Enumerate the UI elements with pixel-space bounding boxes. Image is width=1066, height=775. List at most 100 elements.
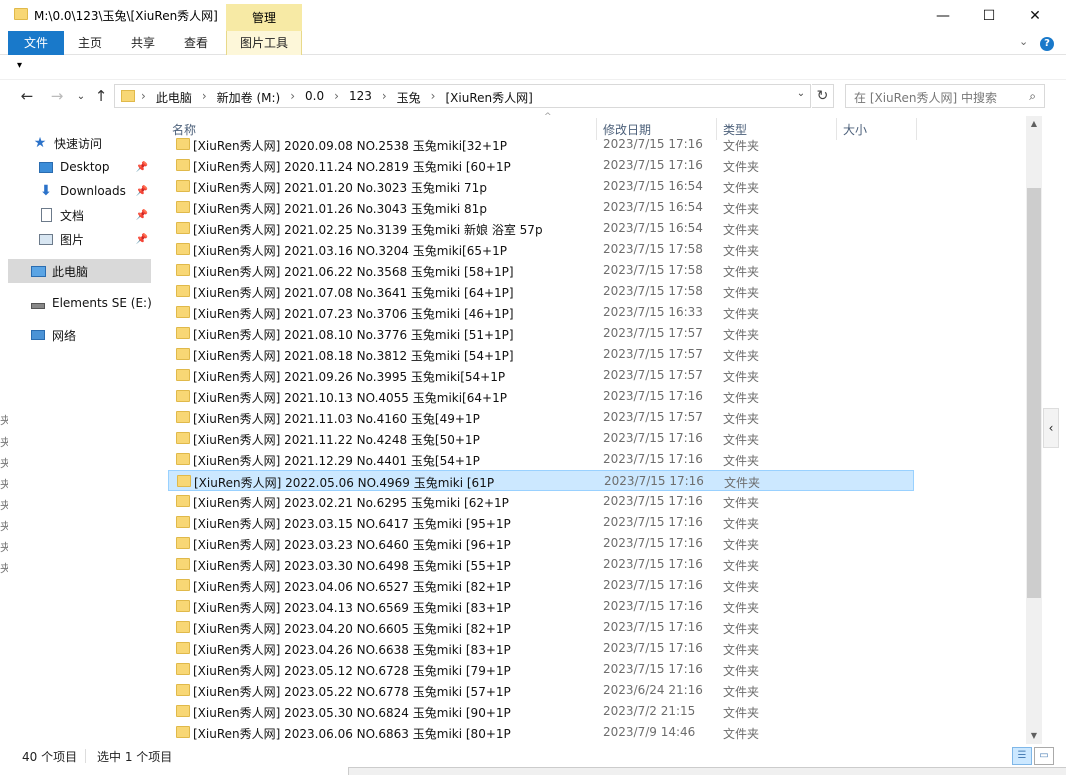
file-name[interactable]: [XiuRen秀人网] 2022.05.06 NO.4969 玉兔miki [6… [194,474,494,491]
scroll-down-icon[interactable]: ▼ [1026,728,1042,744]
breadcrumb-separator[interactable]: › [382,89,387,106]
breadcrumb-separator[interactable]: › [431,89,436,106]
file-name[interactable]: [XiuRen秀人网] 2021.08.18 No.3812 玉兔miki [5… [193,347,514,364]
table-row[interactable]: [XiuRen秀人网] 2021.11.22 No.4248 玉兔[50+1P 2… [168,428,914,449]
recent-locations-button[interactable]: ⌄ [70,85,92,107]
file-name[interactable]: [XiuRen秀人网] 2021.12.29 No.4401 玉兔[54+1P [193,452,480,469]
breadcrumb-separator[interactable]: › [334,89,339,106]
ribbon-expand-icon[interactable]: ⌄ [1019,35,1028,48]
maximize-button[interactable]: ☐ [966,0,1012,31]
tab-share[interactable]: 共享 [118,31,168,55]
table-row[interactable]: [XiuRen秀人网] 2023.05.22 NO.6778 玉兔miki [5… [168,680,914,701]
file-name[interactable]: [XiuRen秀人网] 2023.02.21 No.6295 玉兔miki [6… [193,494,509,511]
context-tab-manage[interactable]: 管理 [226,4,302,31]
tab-file[interactable]: 文件 [8,31,64,55]
file-name[interactable]: [XiuRen秀人网] 2021.06.22 No.3568 玉兔miki [5… [193,263,514,280]
large-icons-view-button[interactable]: ▭ [1034,747,1054,765]
breadcrumb-item[interactable]: 此电脑 [156,89,192,106]
table-row[interactable]: [XiuRen秀人网] 2021.02.25 No.3139 玉兔miki 新娘… [168,218,914,239]
table-row[interactable]: [XiuRen秀人网] 2021.08.10 No.3776 玉兔miki [5… [168,323,914,344]
sidebar-item-desktop[interactable]: Desktop 📌 [38,155,152,179]
table-row[interactable]: [XiuRen秀人网] 2021.06.22 No.3568 玉兔miki [5… [168,260,914,281]
file-name[interactable]: [XiuRen秀人网] 2023.05.22 NO.6778 玉兔miki [5… [193,683,511,700]
file-name[interactable]: [XiuRen秀人网] 2023.03.23 NO.6460 玉兔miki [9… [193,536,511,553]
file-name[interactable]: [XiuRen秀人网] 2021.11.22 No.4248 玉兔[50+1P [193,431,480,448]
sidebar-item-documents[interactable]: 文档 📌 [38,203,152,227]
table-row[interactable]: [XiuRen秀人网] 2023.05.30 NO.6824 玉兔miki [9… [168,701,914,722]
file-name[interactable]: [XiuRen秀人网] 2021.02.25 No.3139 玉兔miki 新娘… [193,221,543,238]
sidebar-item-pictures[interactable]: 图片 📌 [38,227,152,251]
breadcrumb-item[interactable]: 123 [349,89,372,106]
breadcrumb-separator[interactable]: › [290,89,295,106]
sidebar-item-elements-drive[interactable]: Elements SE (E:) [30,291,152,315]
file-name[interactable]: [XiuRen秀人网] 2021.01.20 No.3023 玉兔miki 71… [193,179,487,196]
file-name[interactable]: [XiuRen秀人网] 2021.07.23 No.3706 玉兔miki [4… [193,305,514,322]
file-name[interactable]: [XiuRen秀人网] 2020.09.08 NO.2538 玉兔miki[32… [193,137,507,154]
table-row[interactable]: [XiuRen秀人网] 2023.02.21 No.6295 玉兔miki [6… [168,491,914,512]
table-row[interactable]: [XiuRen秀人网] 2023.04.06 NO.6527 玉兔miki [8… [168,575,914,596]
file-name[interactable]: [XiuRen秀人网] 2021.03.16 NO.3204 玉兔miki[65… [193,242,507,259]
table-row[interactable]: [XiuRen秀人网] 2023.03.23 NO.6460 玉兔miki [9… [168,533,914,554]
tab-view[interactable]: 查看 [172,31,220,55]
pin-icon[interactable]: 📌 [136,162,148,173]
breadcrumb-item[interactable]: 玉兔 [397,89,421,106]
file-name[interactable]: [XiuRen秀人网] 2021.11.03 No.4160 玉兔[49+1P [193,410,480,427]
file-name[interactable]: [XiuRen秀人网] 2023.06.06 NO.6863 玉兔miki [8… [193,725,511,742]
file-name[interactable]: [XiuRen秀人网] 2020.11.24 NO.2819 玉兔miki [6… [193,158,511,175]
table-row[interactable]: [XiuRen秀人网] 2023.04.20 NO.6605 玉兔miki [8… [168,617,914,638]
forward-button[interactable]: → [46,85,68,107]
table-row[interactable]: [XiuRen秀人网] 2020.09.08 NO.2538 玉兔miki[32… [168,134,914,155]
sidebar-item-this-pc[interactable]: 此电脑 [8,259,151,283]
table-row[interactable]: [XiuRen秀人网] 2021.07.23 No.3706 玉兔miki [4… [168,302,914,323]
close-button[interactable]: ✕ [1012,0,1058,31]
breadcrumb-item[interactable]: 0.0 [305,89,324,106]
file-name[interactable]: [XiuRen秀人网] 2021.01.26 No.3043 玉兔miki 81… [193,200,487,217]
minimize-button[interactable]: — [920,0,966,31]
table-row[interactable]: [XiuRen秀人网] 2023.04.13 NO.6569 玉兔miki [8… [168,596,914,617]
file-name[interactable]: [XiuRen秀人网] 2021.10.13 NO.4055 玉兔miki[64… [193,389,507,406]
table-row[interactable]: [XiuRen秀人网] 2021.12.29 No.4401 玉兔[54+1P 2… [168,449,914,470]
up-button[interactable]: ↑ [90,85,112,107]
file-name[interactable]: [XiuRen秀人网] 2023.04.26 NO.6638 玉兔miki [8… [193,641,511,658]
expand-pane-button[interactable]: ‹ [1043,408,1059,448]
tab-picture-tools[interactable]: 图片工具 [226,31,302,55]
file-name[interactable]: [XiuRen秀人网] 2021.08.10 No.3776 玉兔miki [5… [193,326,514,343]
table-row[interactable]: [XiuRen秀人网] 2021.07.08 No.3641 玉兔miki [6… [168,281,914,302]
back-button[interactable]: ← [16,85,38,107]
file-name[interactable]: [XiuRen秀人网] 2021.09.26 No.3995 玉兔miki[54… [193,368,505,385]
search-input[interactable]: 在 [XiuRen秀人网] 中搜索 ⌕ [845,84,1045,108]
table-row[interactable]: [XiuRen秀人网] 2021.11.03 No.4160 玉兔[49+1P 2… [168,407,914,428]
breadcrumb-item[interactable]: [XiuRen秀人网] [445,89,532,106]
details-view-button[interactable]: ☰ [1012,747,1032,765]
search-icon[interactable]: ⌕ [1029,89,1036,104]
scrollbar-thumb[interactable] [1027,188,1041,598]
file-name[interactable]: [XiuRen秀人网] 2023.05.30 NO.6824 玉兔miki [9… [193,704,511,721]
table-row[interactable]: [XiuRen秀人网] 2023.03.15 NO.6417 玉兔miki [9… [168,512,914,533]
address-dropdown-icon[interactable]: ⌄ [794,84,808,104]
file-name[interactable]: [XiuRen秀人网] 2023.05.12 NO.6728 玉兔miki [7… [193,662,511,679]
breadcrumb-separator[interactable]: › [202,89,207,106]
sidebar-item-quick-access[interactable]: ★ 快速访问 [32,131,152,155]
address-bar[interactable]: › 此电脑 › 新加卷 (M:) › 0.0 › 123 › 玉兔 › [Xiu… [114,84,811,108]
file-name[interactable]: [XiuRen秀人网] 2023.04.13 NO.6569 玉兔miki [8… [193,599,511,616]
breadcrumb-item[interactable]: 新加卷 (M:) [217,89,281,106]
refresh-button[interactable]: ↻ [812,84,834,108]
table-row[interactable]: [XiuRen秀人网] 2023.06.06 NO.6863 玉兔miki [8… [168,722,914,743]
table-row[interactable]: [XiuRen秀人网] 2023.05.12 NO.6728 玉兔miki [7… [168,659,914,680]
file-name[interactable]: [XiuRen秀人网] 2021.07.08 No.3641 玉兔miki [6… [193,284,514,301]
qat-dropdown-icon[interactable]: ▾ [17,60,22,71]
file-name[interactable]: [XiuRen秀人网] 2023.03.30 NO.6498 玉兔miki [5… [193,557,511,574]
table-row[interactable]: [XiuRen秀人网] 2023.03.30 NO.6498 玉兔miki [5… [168,554,914,575]
sidebar-item-downloads[interactable]: ⬇ Downloads 📌 [38,179,152,203]
table-row[interactable]: [XiuRen秀人网] 2021.10.13 NO.4055 玉兔miki[64… [168,386,914,407]
pin-icon[interactable]: 📌 [136,186,148,197]
pin-icon[interactable]: 📌 [136,234,148,245]
file-name[interactable]: [XiuRen秀人网] 2023.04.06 NO.6527 玉兔miki [8… [193,578,511,595]
table-row[interactable]: [XiuRen秀人网] 2021.01.20 No.3023 玉兔miki 71… [168,176,914,197]
tab-home[interactable]: 主页 [66,31,114,55]
file-name[interactable]: [XiuRen秀人网] 2023.04.20 NO.6605 玉兔miki [8… [193,620,511,637]
vertical-scrollbar[interactable]: ▲ ▼ [1026,116,1042,744]
table-row[interactable]: [XiuRen秀人网] 2021.08.18 No.3812 玉兔miki [5… [168,344,914,365]
table-row[interactable]: [XiuRen秀人网] 2020.11.24 NO.2819 玉兔miki [6… [168,155,914,176]
table-row[interactable]: [XiuRen秀人网] 2022.05.06 NO.4969 玉兔miki [6… [168,470,914,491]
